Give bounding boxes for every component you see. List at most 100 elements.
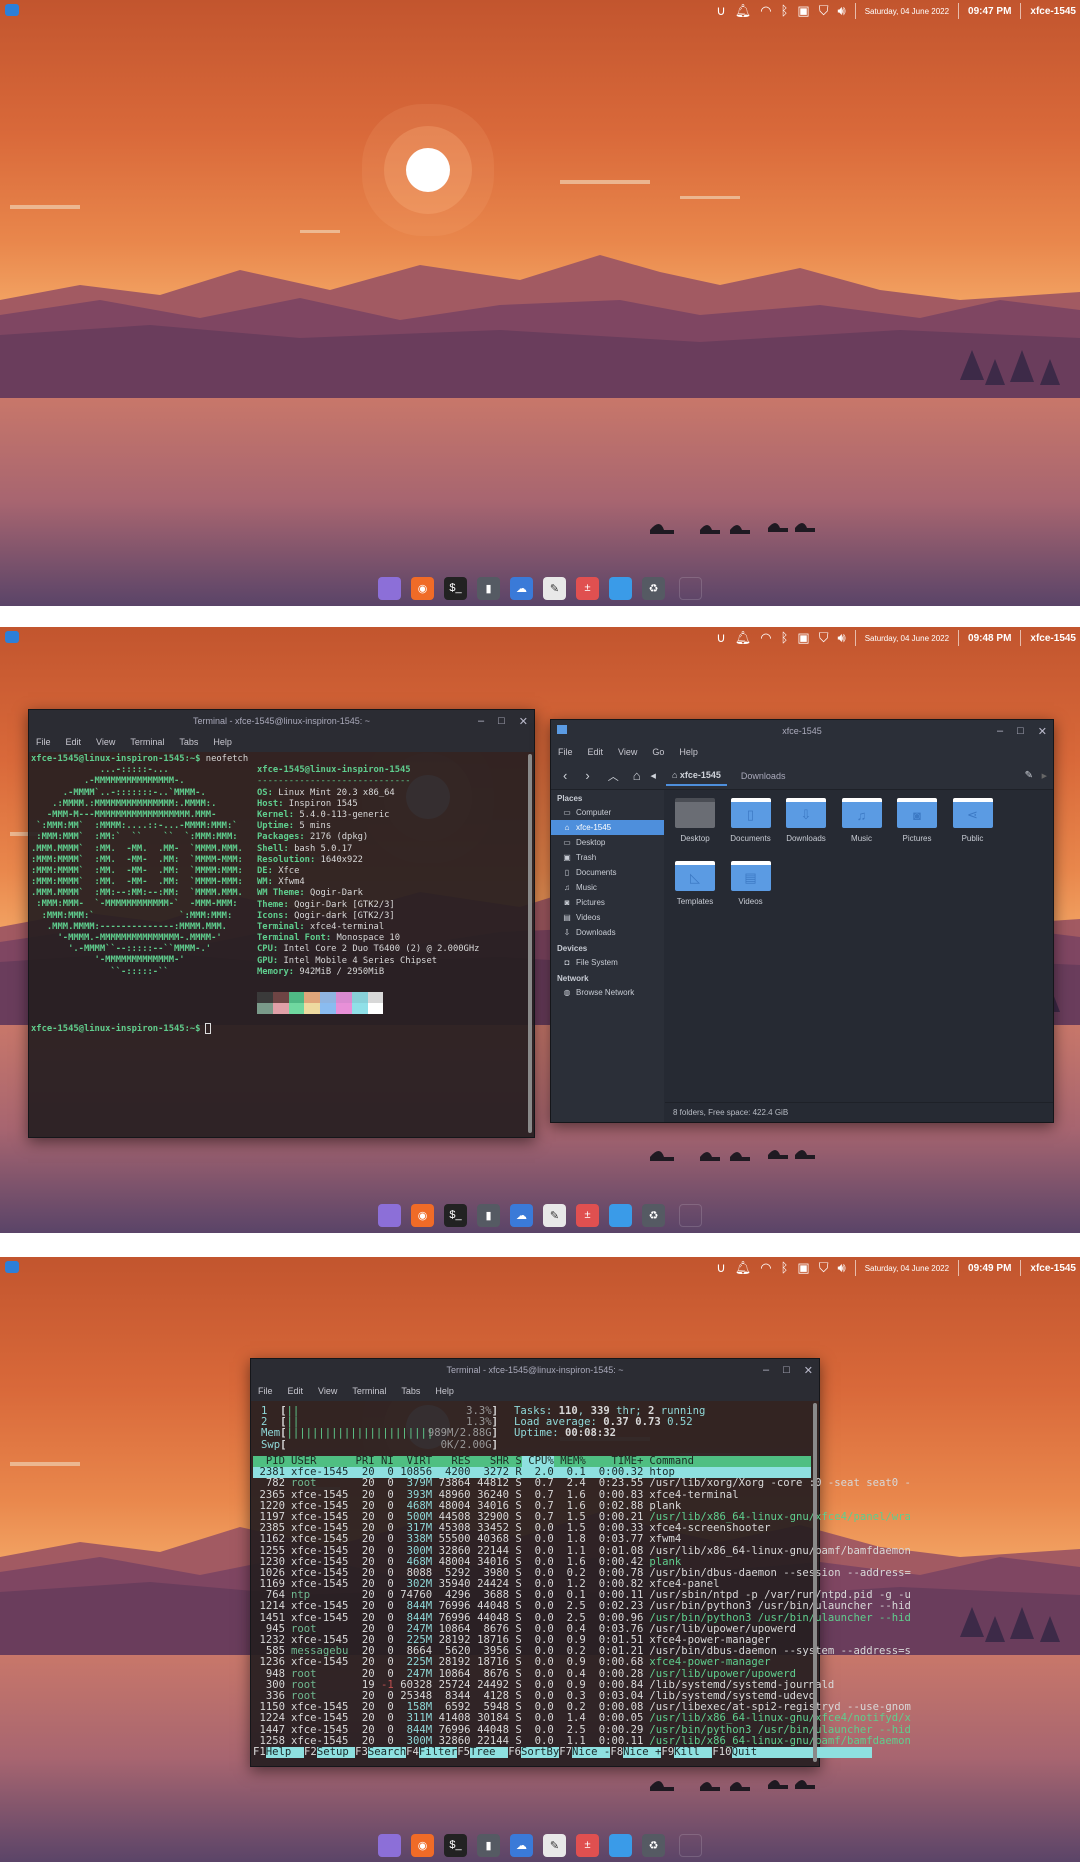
clock-time[interactable]: 09:49 PM [968,1263,1011,1274]
dock-terminal-icon[interactable]: $_ [444,576,467,600]
menu-file[interactable]: File [36,737,51,747]
breadcrumb-downloads[interactable]: Downloads [741,771,786,781]
dock-text-editor-icon[interactable]: ✎ [543,1203,566,1227]
dock-firefox-icon[interactable]: ◉ [411,1833,434,1857]
dock-android-icon[interactable]: ▮ [477,1203,500,1227]
bell-icon[interactable]: 🔔︎ [735,627,752,649]
maximize-button[interactable]: □ [498,715,505,727]
dock-text-editor-icon[interactable]: ✎ [543,1833,566,1857]
folder-pictures[interactable]: ◙ Pictures [889,798,945,843]
scrollbar[interactable] [528,754,532,1133]
whisker-menu-button[interactable] [5,1261,19,1273]
whisker-menu-button[interactable] [5,631,19,643]
process-table[interactable]: PID USER PRI NI VIRT RES SHR S CPU% MEM% TIME+ Comm… [253,1455,911,1747]
table-row[interactable]: 1447 xfce-1545 20 0 844M 76996 44048 S 0.0 2.5 0:0… [253,1724,910,1736]
volume-icon[interactable]: 🔊︎ [837,0,845,22]
dock-files-icon[interactable] [378,1203,401,1227]
menu-help[interactable]: Help [213,737,232,747]
dock-firefox-icon[interactable]: ◉ [411,576,434,600]
dock-text-editor-icon[interactable]: ✎ [543,576,566,600]
wifi-icon[interactable]: ◠ [760,1257,771,1279]
clock-date[interactable]: Saturday, 04 June 2022 [865,7,949,16]
ulauncher-icon[interactable]: ∪ [716,0,726,22]
fkey-label[interactable]: Filter [418,1746,458,1759]
dock-thunderbird-icon[interactable]: ☁ [510,1203,533,1227]
close-button[interactable]: ✕ [1038,725,1047,738]
dock-calculator-icon[interactable]: ± [576,576,599,600]
fkey-f7[interactable]: F7 [559,1746,572,1758]
dock-android-icon[interactable]: ▮ [477,576,500,600]
fkey-label[interactable]: Nice - [572,1746,611,1759]
sidebar-item-trash[interactable]: ▣ Trash [551,850,664,865]
bell-icon[interactable]: 🔔︎ [735,1257,752,1279]
path-scroll-right[interactable]: ▶ [1042,772,1047,780]
maximize-button[interactable]: □ [1017,725,1024,737]
bell-icon[interactable]: 🔔︎ [735,0,752,22]
close-button[interactable]: ✕ [804,1364,813,1377]
table-row[interactable]: 1255 xfce-1545 20 0 300M 32860 22144 S 0.0 1.1 0:0… [253,1545,910,1557]
dock-firefox-icon[interactable]: ◉ [411,1203,434,1227]
menu-view[interactable]: View [318,1386,337,1396]
table-row[interactable]: 1224 xfce-1545 20 0 311M 41408 30184 S 0.0 1.4 0:0… [253,1713,910,1724]
menu-go[interactable]: Go [652,747,664,757]
bluetooth-icon[interactable]: ᛒ [781,627,789,649]
sidebar-item-videos[interactable]: ▤ Videos [551,910,664,925]
title-bar[interactable]: Terminal - xfce-1545@linux-inspiron-1545… [29,710,534,732]
fkey-f8[interactable]: F8 [610,1746,623,1758]
folder-music[interactable]: ♫ Music [834,798,890,843]
dock-android-icon[interactable]: ▮ [477,1833,500,1857]
folder-view[interactable]: Desktop ▯ Documents ⇩ Downloads ♫ Music ◙ Pictur… [665,790,1053,1122]
sidebar-item-documents[interactable]: ▯ Documents [551,865,664,880]
fkey-label[interactable]: Nice + [623,1746,662,1759]
folder-public[interactable]: ⋖ Public [945,798,1001,843]
fkey-label[interactable]: Help [265,1746,305,1759]
dock-thunderbird-icon[interactable]: ☁ [510,1833,533,1857]
dock-desktop-icon[interactable] [609,576,632,600]
htop-output[interactable]: 1 [|| 3.3%] 2 [|| 1.3%] Mem[||||||||||||||||… [251,1401,911,1766]
path-scroll-left[interactable]: ◀ [651,772,656,780]
menu-edit[interactable]: Edit [66,737,82,747]
dock-terminal-icon[interactable]: $_ [444,1203,467,1227]
dock-desktop-icon[interactable] [609,1833,632,1857]
menu-view[interactable]: View [618,747,637,757]
dock-calculator-icon[interactable]: ± [576,1203,599,1227]
htop-terminal-window[interactable]: Terminal - xfce-1545@linux-inspiron-1545… [250,1358,911,1767]
fkey-f6[interactable]: F6 [508,1746,521,1758]
menu-tabs[interactable]: Tabs [401,1386,420,1396]
maximize-button[interactable]: □ [783,1364,790,1376]
title-bar[interactable]: xfce-1545 – □ ✕ [551,720,1053,742]
fkey-f3[interactable]: F3 [355,1746,368,1758]
folder-documents[interactable]: ▯ Documents [723,798,779,843]
fkey-label[interactable]: SortBy [521,1746,560,1759]
dock-calculator-icon[interactable]: ± [576,1833,599,1857]
sidebar-item-xfce-1545[interactable]: ⌂ xfce-1545 [551,820,664,835]
clock-time[interactable]: 09:48 PM [968,633,1011,644]
dock-trash-icon[interactable]: ♻ [642,1203,665,1227]
folder-templates[interactable]: ◺ Templates [667,861,723,906]
sidebar-item-downloads[interactable]: ⇩ Downloads [551,925,664,940]
fkey-f1[interactable]: F1 [253,1746,266,1758]
fkey-label[interactable]: Setup [316,1746,356,1759]
dock-terminal-icon[interactable]: $_ [444,1833,467,1857]
sidebar-item-computer[interactable]: ▭ Computer [551,805,664,820]
minimize-button[interactable]: – [997,725,1003,737]
menu-file[interactable]: File [558,747,573,757]
fkey-f5[interactable]: F5 [457,1746,470,1758]
sidebar-item-browse-network[interactable]: ◍ Browse Network [551,985,664,1000]
wifi-icon[interactable]: ◠ [760,0,771,22]
ulauncher-icon[interactable]: ∪ [716,1257,726,1279]
home-button[interactable]: ⌂ [633,768,641,783]
clock-date[interactable]: Saturday, 04 June 2022 [865,1264,949,1273]
title-bar[interactable]: Terminal - xfce-1545@linux-inspiron-1545… [251,1359,819,1381]
fkey-f4[interactable]: F4 [406,1746,419,1758]
sidebar-item-music[interactable]: ♫ Music [551,880,664,895]
wifi-icon[interactable]: ◠ [760,627,771,649]
menu-view[interactable]: View [96,737,115,747]
fkey-f10[interactable]: F10 [712,1746,731,1758]
ulauncher-icon[interactable]: ∪ [716,627,726,649]
dock-files-icon[interactable] [378,576,401,600]
fkey-label[interactable]: Tree [469,1746,509,1759]
bluetooth-icon[interactable]: ᛒ [781,1257,789,1279]
menu-edit[interactable]: Edit [588,747,604,757]
clipboard-icon[interactable]: ▣ [797,0,809,22]
